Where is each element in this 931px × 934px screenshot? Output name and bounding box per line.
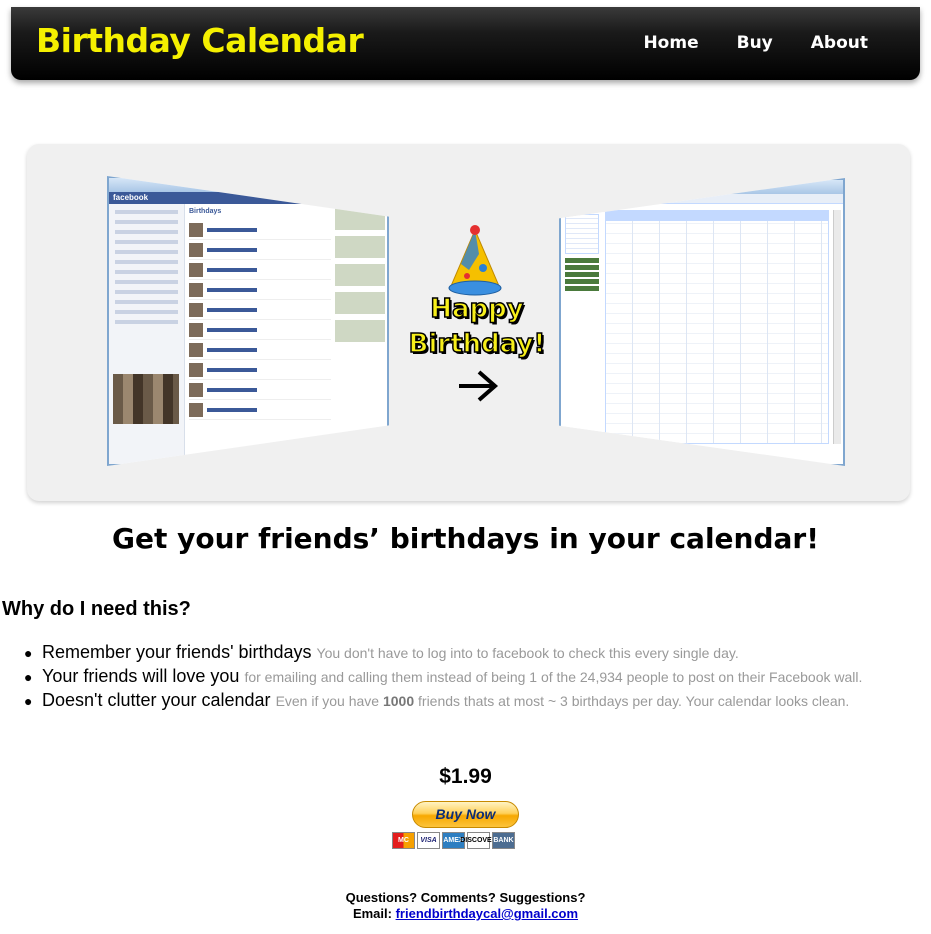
right-arrow-icon: [459, 370, 499, 402]
main-nav: Home Buy About: [605, 33, 868, 53]
browser-titlebar: [109, 178, 387, 192]
site-logo[interactable]: Birthday Calendar: [36, 21, 364, 60]
week-grid: [605, 220, 829, 444]
facebook-screenshot: facebook Birthdays: [107, 176, 389, 466]
facebook-topbar: facebook: [109, 192, 387, 204]
feature-title: Remember your friends' birthdays: [42, 642, 312, 662]
facebook-logo-text: facebook: [113, 193, 149, 202]
main-tagline: Get your friends’ birthdays in your cale…: [112, 522, 819, 555]
nav-about-link[interactable]: About: [811, 33, 868, 53]
calendar-toolbar: Google Calendar: [561, 194, 843, 209]
buy-now-button[interactable]: Buy Now: [412, 801, 519, 828]
birthday-text: Birthday!: [408, 328, 546, 360]
friend-photos: [113, 374, 179, 424]
happy-birthday-text: Happy Birthday!: [407, 292, 547, 362]
feature-title: Your friends will love you: [42, 666, 240, 686]
facebook-ads-column: [335, 208, 385, 464]
feature-description: for emailing and calling them instead of…: [244, 669, 863, 685]
feature-title: Doesn't clutter your calendar: [42, 690, 271, 710]
list-item: [189, 340, 331, 360]
friend-count: 1000: [382, 693, 415, 709]
email-link[interactable]: friendbirthdaycal@gmail.com: [396, 906, 578, 921]
email-label: Email:: [352, 906, 392, 921]
party-hat-icon: [448, 225, 502, 296]
list-item: [189, 240, 331, 260]
mini-calendar: [565, 214, 599, 254]
footer-contact: Questions? Comments? Suggestions? Email:…: [0, 890, 931, 922]
nav-buy-link[interactable]: Buy: [737, 33, 773, 53]
list-item: [189, 320, 331, 340]
mastercard-icon: MC: [392, 832, 415, 849]
facebook-sidebar: [109, 204, 185, 464]
list-item: [189, 360, 331, 380]
google-calendar-title: Google Calendar: [565, 203, 611, 209]
why-heading: Why do I need this?: [2, 598, 191, 620]
bank-icon: BANK: [492, 832, 515, 849]
birthdays-list: Birthdays: [189, 208, 331, 464]
feature-description: Even if you have 1000 friends thats at m…: [275, 693, 850, 709]
list-item: [189, 400, 331, 420]
top-header-bar: Birthday Calendar Home Buy About: [11, 7, 920, 80]
browser-titlebar: [561, 180, 843, 194]
payment-cards: MC VISA AMEX DISCOVER BANK: [392, 832, 515, 849]
list-item: [189, 220, 331, 240]
bullet-icon: ●: [24, 693, 33, 709]
discover-icon: DISCOVER: [460, 832, 497, 849]
bullet-icon: ●: [24, 669, 33, 685]
feature-item: ● Your friends will love you for emailin…: [24, 665, 862, 689]
google-calendar-screenshot: Google Calendar: [559, 178, 845, 466]
price-label: $1.99: [439, 765, 492, 788]
questions-text: Questions? Comments? Suggestions?: [345, 890, 586, 905]
list-item: [189, 380, 331, 400]
list-item: [189, 280, 331, 300]
list-item: [189, 260, 331, 280]
calendar-sidebar: [561, 210, 603, 464]
happy-text: Happy: [430, 293, 525, 325]
bullet-icon: ●: [24, 645, 33, 661]
hero-panel: facebook Birthdays Happy Birthday! Googl…: [27, 144, 910, 501]
feature-item: ● Remember your friends' birthdays You d…: [24, 641, 862, 665]
nav-home-link[interactable]: Home: [643, 33, 698, 53]
week-header: [605, 210, 829, 220]
visa-icon: VISA: [417, 832, 440, 849]
feature-item: ● Doesn't clutter your calendar Even if …: [24, 689, 862, 713]
birthdays-heading: Birthdays: [189, 208, 222, 215]
feature-description: You don't have to log into to facebook t…: [316, 645, 739, 661]
feature-list: ● Remember your friends' birthdays You d…: [24, 641, 862, 713]
scrollbar: [833, 210, 841, 444]
email-line: Email: friendbirthdaycal@gmail.com: [0, 906, 931, 922]
list-item: [189, 300, 331, 320]
